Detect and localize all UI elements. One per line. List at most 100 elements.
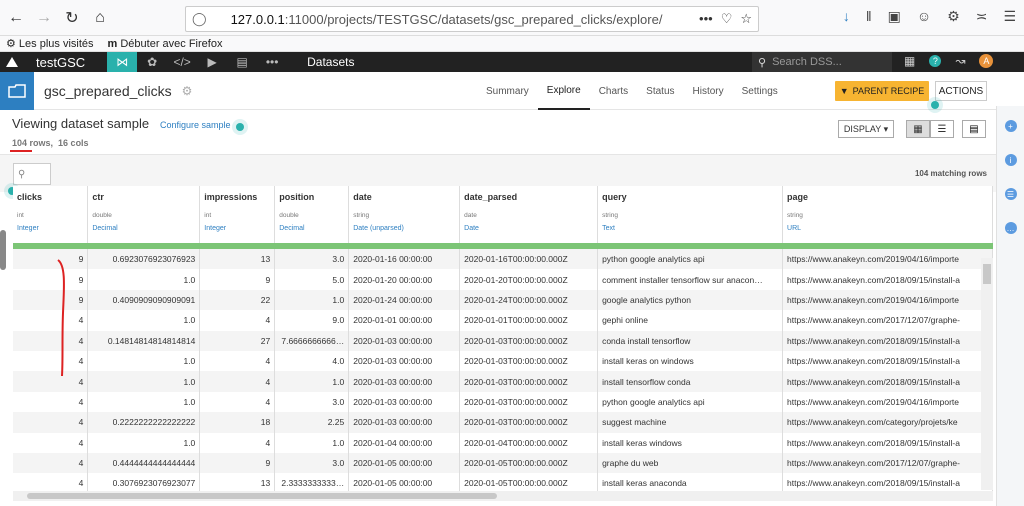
table-row[interactable]: 4 1.0 4 3.0 2020-01-03 00:00:00 2020-01-03T00… [13,391,993,413]
table-cell[interactable]: 0.3076923076923077 [87,473,201,491]
chat-icon[interactable]: … [1004,222,1017,234]
table-cell[interactable]: 2020-01-20 00:00:00 [348,269,461,290]
project-name[interactable]: testGSC [36,55,85,70]
table-cell[interactable]: install keras anaconda [597,473,784,491]
table-cell[interactable]: 5.0 [274,269,350,290]
filter-search-input[interactable]: ⚲ [13,163,51,185]
table-cell[interactable]: 4 [13,412,89,433]
table-cell[interactable]: 1.0 [87,371,201,392]
table-cell[interactable]: 13 [199,249,276,270]
table-cell[interactable]: https://www.anakeyn.com/2018/09/15/insta… [782,432,993,453]
table-cell[interactable]: 27 [199,330,276,351]
table-cell[interactable]: 2020-01-03T00:00:00.000Z [459,371,599,392]
tab-charts[interactable]: Charts [590,72,637,110]
table-cell[interactable]: google analytics python [597,289,784,311]
table-cell[interactable]: 2020-01-05 00:00:00 [348,452,461,474]
table-cell[interactable]: 2020-01-05T00:00:00.000Z [459,473,599,491]
table-row[interactable]: 4 0.2222222222222222 18 2.25 2020-01-03 00:0… [13,412,993,433]
table-cell[interactable]: 2020-01-03T00:00:00.000Z [459,350,599,372]
more-icon[interactable]: ••• [257,55,287,69]
activity-icon[interactable]: ↝ [955,54,965,68]
table-cell[interactable]: 2020-01-01T00:00:00.000Z [459,310,599,331]
actions-button[interactable]: ACTIONS [935,81,987,101]
table-row[interactable]: 9 1.0 9 5.0 2020-01-20 00:00:00 2020-01-20T00… [13,269,993,290]
table-view-icon[interactable]: ▦ [906,120,930,138]
table-row[interactable]: 4 1.0 4 4.0 2020-01-03 00:00:00 2020-01-03T00… [13,350,993,372]
tab-settings[interactable]: Settings [733,72,787,110]
table-cell[interactable]: 4 [199,391,276,413]
table-cell[interactable]: 1.0 [274,432,350,453]
table-cell[interactable]: 1.0 [87,391,201,413]
pocket-icon[interactable]: ♡ [721,11,733,27]
table-cell[interactable]: 2020-01-16 00:00:00 [348,249,461,270]
table-cell[interactable]: install keras on windows [597,350,784,372]
table-row[interactable]: 4 0.14814814814814814 27 7.6666666666… 2020-… [13,330,993,351]
table-cell[interactable]: 2020-01-03T00:00:00.000Z [459,391,599,413]
menu-icon[interactable]: ☰ [1003,8,1016,25]
list-view-icon[interactable]: ☰ [930,120,954,138]
table-cell[interactable]: 4 [13,452,89,474]
table-cell[interactable]: https://www.anakeyn.com/2017/12/07/graph… [782,310,993,331]
table-cell[interactable]: 1.0 [87,310,201,331]
table-cell[interactable]: https://www.anakeyn.com/2018/09/15/insta… [782,350,993,372]
dashboard-icon[interactable]: ▤ [227,55,257,69]
table-row[interactable]: 4 0.4444444444444444 9 3.0 2020-01-05 00:00:… [13,452,993,474]
column-meaning[interactable]: URL [787,224,988,234]
table-cell[interactable]: 2020-01-05T00:00:00.000Z [459,452,599,474]
datasets-label[interactable]: Datasets [307,55,354,69]
table-cell[interactable]: 2020-01-24 00:00:00 [348,289,461,311]
table-cell[interactable]: 2020-01-03 00:00:00 [348,371,461,392]
table-cell[interactable]: 4.0 [274,350,350,372]
table-cell[interactable]: 2.25 [274,412,350,433]
table-cell[interactable]: 2020-01-04 00:00:00 [348,432,461,453]
table-cell[interactable]: 9.0 [274,310,350,331]
table-cell[interactable]: 1.0 [87,269,201,290]
vertical-scrollbar[interactable] [981,258,993,490]
table-cell[interactable]: 2020-01-03 00:00:00 [348,412,461,433]
home-icon[interactable]: ⌂ [88,6,112,30]
table-cell[interactable]: install keras windows [597,432,784,453]
table-cell[interactable]: comment installer tensorflow sur anacon… [597,269,784,290]
table-cell[interactable]: 13 [199,473,276,491]
column-meaning[interactable]: Integer [204,224,270,234]
table-cell[interactable]: 18 [199,412,276,433]
download-icon[interactable]: ↓ [843,8,850,25]
table-cell[interactable]: 2020-01-24T00:00:00.000Z [459,289,599,311]
table-cell[interactable]: 4 [13,432,89,453]
more-actions-icon[interactable]: ••• [699,11,713,27]
table-cell[interactable]: 7.6666666666… [274,330,350,351]
table-cell[interactable]: gephi online [597,310,784,331]
table-cell[interactable]: 2020-01-03 00:00:00 [348,330,461,351]
bookmark-star-icon[interactable]: ☆ [740,11,752,27]
table-row[interactable]: 4 1.0 4 1.0 2020-01-04 00:00:00 2020-01-04T00… [13,432,993,453]
table-cell[interactable]: 4 [199,432,276,453]
table-cell[interactable]: 9 [199,452,276,474]
table-cell[interactable]: conda install tensorflow [597,330,784,351]
table-cell[interactable]: 0.4090909090909091 [87,289,201,311]
tab-explore[interactable]: Explore [537,72,590,110]
table-cell[interactable]: 2.3333333333… [274,473,350,491]
forward-icon[interactable]: → [32,6,56,30]
table-row[interactable]: 4 1.0 4 1.0 2020-01-03 00:00:00 2020-01-03T00… [13,371,993,392]
table-cell[interactable]: 1.0 [87,350,201,372]
code-icon[interactable]: </> [167,55,197,69]
table-row[interactable]: 9 0.4090909090909091 22 1.0 2020-01-24 00:00… [13,289,993,311]
column-meaning[interactable]: Date [464,224,593,234]
column-header-ctr[interactable]: ctr double Decimal [87,186,201,243]
configure-sample-link[interactable]: Configure sample [160,120,231,130]
table-cell[interactable]: https://www.anakeyn.com/2019/04/16/impor… [782,249,993,270]
column-meaning[interactable]: Decimal [92,224,195,234]
dss-search-input[interactable]: ⚲ Search DSS... [752,52,892,72]
table-cell[interactable]: 2020-01-16T00:00:00.000Z [459,249,599,270]
table-cell[interactable]: 3.0 [274,249,350,270]
table-cell[interactable]: 4 [199,310,276,331]
table-cell[interactable]: 4 [199,371,276,392]
table-cell[interactable]: 4 [13,473,89,491]
table-cell[interactable]: 2020-01-03 00:00:00 [348,350,461,372]
table-row[interactable]: 9 0.6923076923076923 13 3.0 2020-01-16 00:00… [13,249,993,270]
column-header-clicks[interactable]: clicks int Integer [13,186,89,243]
table-cell[interactable]: 2020-01-03T00:00:00.000Z [459,412,599,433]
tab-history[interactable]: History [684,72,733,110]
column-header-date-parsed[interactable]: date_parsed date Date [459,186,599,243]
column-meaning[interactable]: Text [602,224,778,234]
